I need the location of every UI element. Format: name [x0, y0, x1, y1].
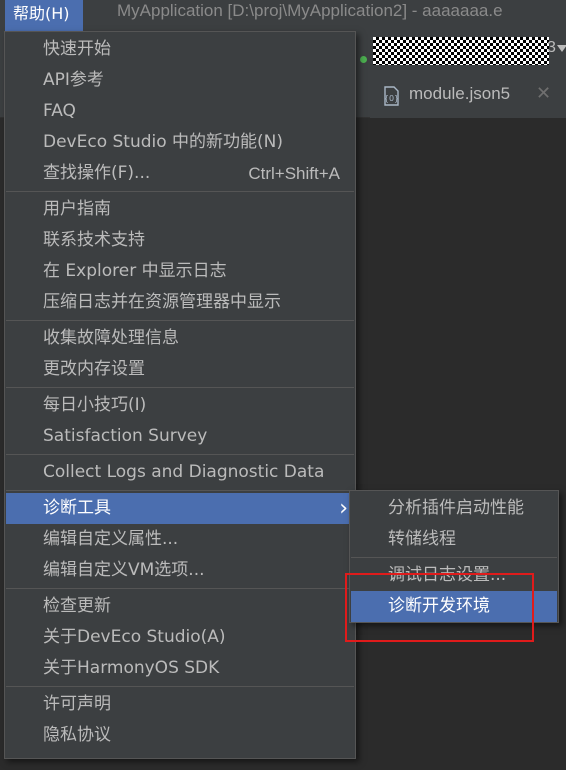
help-menu-item[interactable]: Satisfaction Survey	[6, 421, 354, 452]
chevron-right-icon: ›	[339, 496, 348, 521]
menu-item-label: 在 Explorer 中显示日志	[43, 261, 227, 281]
help-menu-item[interactable]: 更改内存设置	[6, 354, 354, 385]
menu-item-label: 检查更新	[43, 596, 111, 616]
help-menu-item[interactable]: 联系技术支持	[6, 225, 354, 256]
submenu-item-label: 转储线程	[388, 529, 456, 549]
menu-item-shortcut: Ctrl+Shift+A	[248, 164, 340, 183]
menu-item-label: 每日小技巧(I)	[43, 395, 147, 415]
device-selector[interactable]	[373, 37, 549, 65]
menu-item-label: 联系技术支持	[43, 230, 145, 250]
menu-item-label: 编辑自定义属性...	[43, 529, 179, 549]
annotation-highlight-box	[345, 573, 534, 642]
menu-item-label: 诊断工具	[43, 498, 111, 518]
close-icon[interactable]: ✕	[536, 83, 551, 104]
menu-item-label: FAQ	[43, 101, 76, 121]
help-dropdown-menu: 快速开始 API参考 FAQ DevEco Studio 中的新功能(N) 查找操作(F…	[4, 31, 356, 759]
help-menu-item[interactable]: 关于DevEco Studio(A)	[6, 622, 354, 653]
menu-item-label: DevEco Studio 中的新功能(N)	[43, 132, 284, 152]
diag-submenu-item[interactable]: 分析插件启动性能	[351, 493, 557, 524]
menu-item-label: 查找操作(F)...	[43, 163, 151, 183]
menu-item-label: 关于DevEco Studio(A)	[43, 627, 226, 647]
menu-separator	[351, 557, 557, 558]
menu-item-label: 关于HarmonyOS SDK	[43, 658, 220, 678]
menu-separator	[6, 454, 354, 455]
svg-text:{0}: {0}	[384, 94, 399, 103]
chevron-down-icon[interactable]	[557, 45, 566, 52]
menu-item-label: 许可声明	[43, 694, 111, 714]
help-menu-item[interactable]: 许可声明	[6, 689, 354, 720]
title-bar: 帮助(H) MyApplication [D:\proj\MyApplicati…	[0, 0, 566, 31]
tab-module-json5[interactable]: {0} module.json5 ✕	[370, 74, 566, 118]
help-menu-item[interactable]: API参考	[6, 65, 354, 96]
help-menu-item[interactable]: 编辑自定义VM选项...	[6, 555, 354, 586]
submenu-item-label: 分析插件启动性能	[388, 498, 524, 518]
help-menu-item[interactable]: 诊断工具 ›	[6, 493, 354, 524]
menu-item-label: 快速开始	[43, 39, 111, 59]
menu-separator	[6, 588, 354, 589]
diag-submenu-item[interactable]: 转储线程	[351, 524, 557, 555]
help-menu-item[interactable]: Collect Logs and Diagnostic Data	[6, 457, 354, 488]
menu-item-label: 压缩日志并在资源管理器中显示	[43, 292, 281, 312]
help-menu-item[interactable]: 快速开始	[6, 34, 354, 65]
menu-item-label: 收集故障处理信息	[43, 328, 179, 348]
menu-separator	[6, 686, 354, 687]
menu-item-label: 更改内存设置	[43, 359, 145, 379]
menu-separator	[6, 191, 354, 192]
help-menu-item[interactable]: DevEco Studio 中的新功能(N)	[6, 127, 354, 158]
help-menu-item[interactable]: 收集故障处理信息	[6, 323, 354, 354]
menu-item-label: 用户指南	[43, 199, 111, 219]
help-menu-item[interactable]: FAQ	[6, 96, 354, 127]
help-menu-item[interactable]: 查找操作(F)... Ctrl+Shift+A	[6, 158, 354, 189]
help-menu-item[interactable]: 隐私协议	[6, 720, 354, 751]
help-menu-item[interactable]: 压缩日志并在资源管理器中显示	[6, 287, 354, 318]
menu-item-label: API参考	[43, 70, 104, 90]
menu-separator	[6, 320, 354, 321]
menu-separator	[6, 490, 354, 491]
help-menu-item[interactable]: 每日小技巧(I)	[6, 390, 354, 421]
menu-item-label: Satisfaction Survey	[43, 426, 208, 446]
help-menu-item[interactable]: 用户指南	[6, 194, 354, 225]
tab-label: module.json5	[409, 84, 511, 103]
menu-separator	[6, 387, 354, 388]
help-menu-item[interactable]: 检查更新	[6, 591, 354, 622]
help-menu-item[interactable]: 关于HarmonyOS SDK	[6, 653, 354, 684]
menu-help[interactable]: 帮助(H)	[5, 0, 83, 31]
device-suffix-text: 3	[547, 39, 556, 56]
help-menu-item[interactable]: 编辑自定义属性...	[6, 524, 354, 555]
help-menu-item[interactable]: 在 Explorer 中显示日志	[6, 256, 354, 287]
json5-file-icon: {0}	[384, 86, 399, 106]
window-title: MyApplication [D:\proj\MyApplication2] -…	[117, 1, 503, 20]
menu-item-label: 编辑自定义VM选项...	[43, 560, 205, 580]
menu-item-label: Collect Logs and Diagnostic Data	[43, 462, 325, 482]
device-status-dot	[360, 56, 367, 63]
menu-item-label: 隐私协议	[43, 725, 111, 745]
